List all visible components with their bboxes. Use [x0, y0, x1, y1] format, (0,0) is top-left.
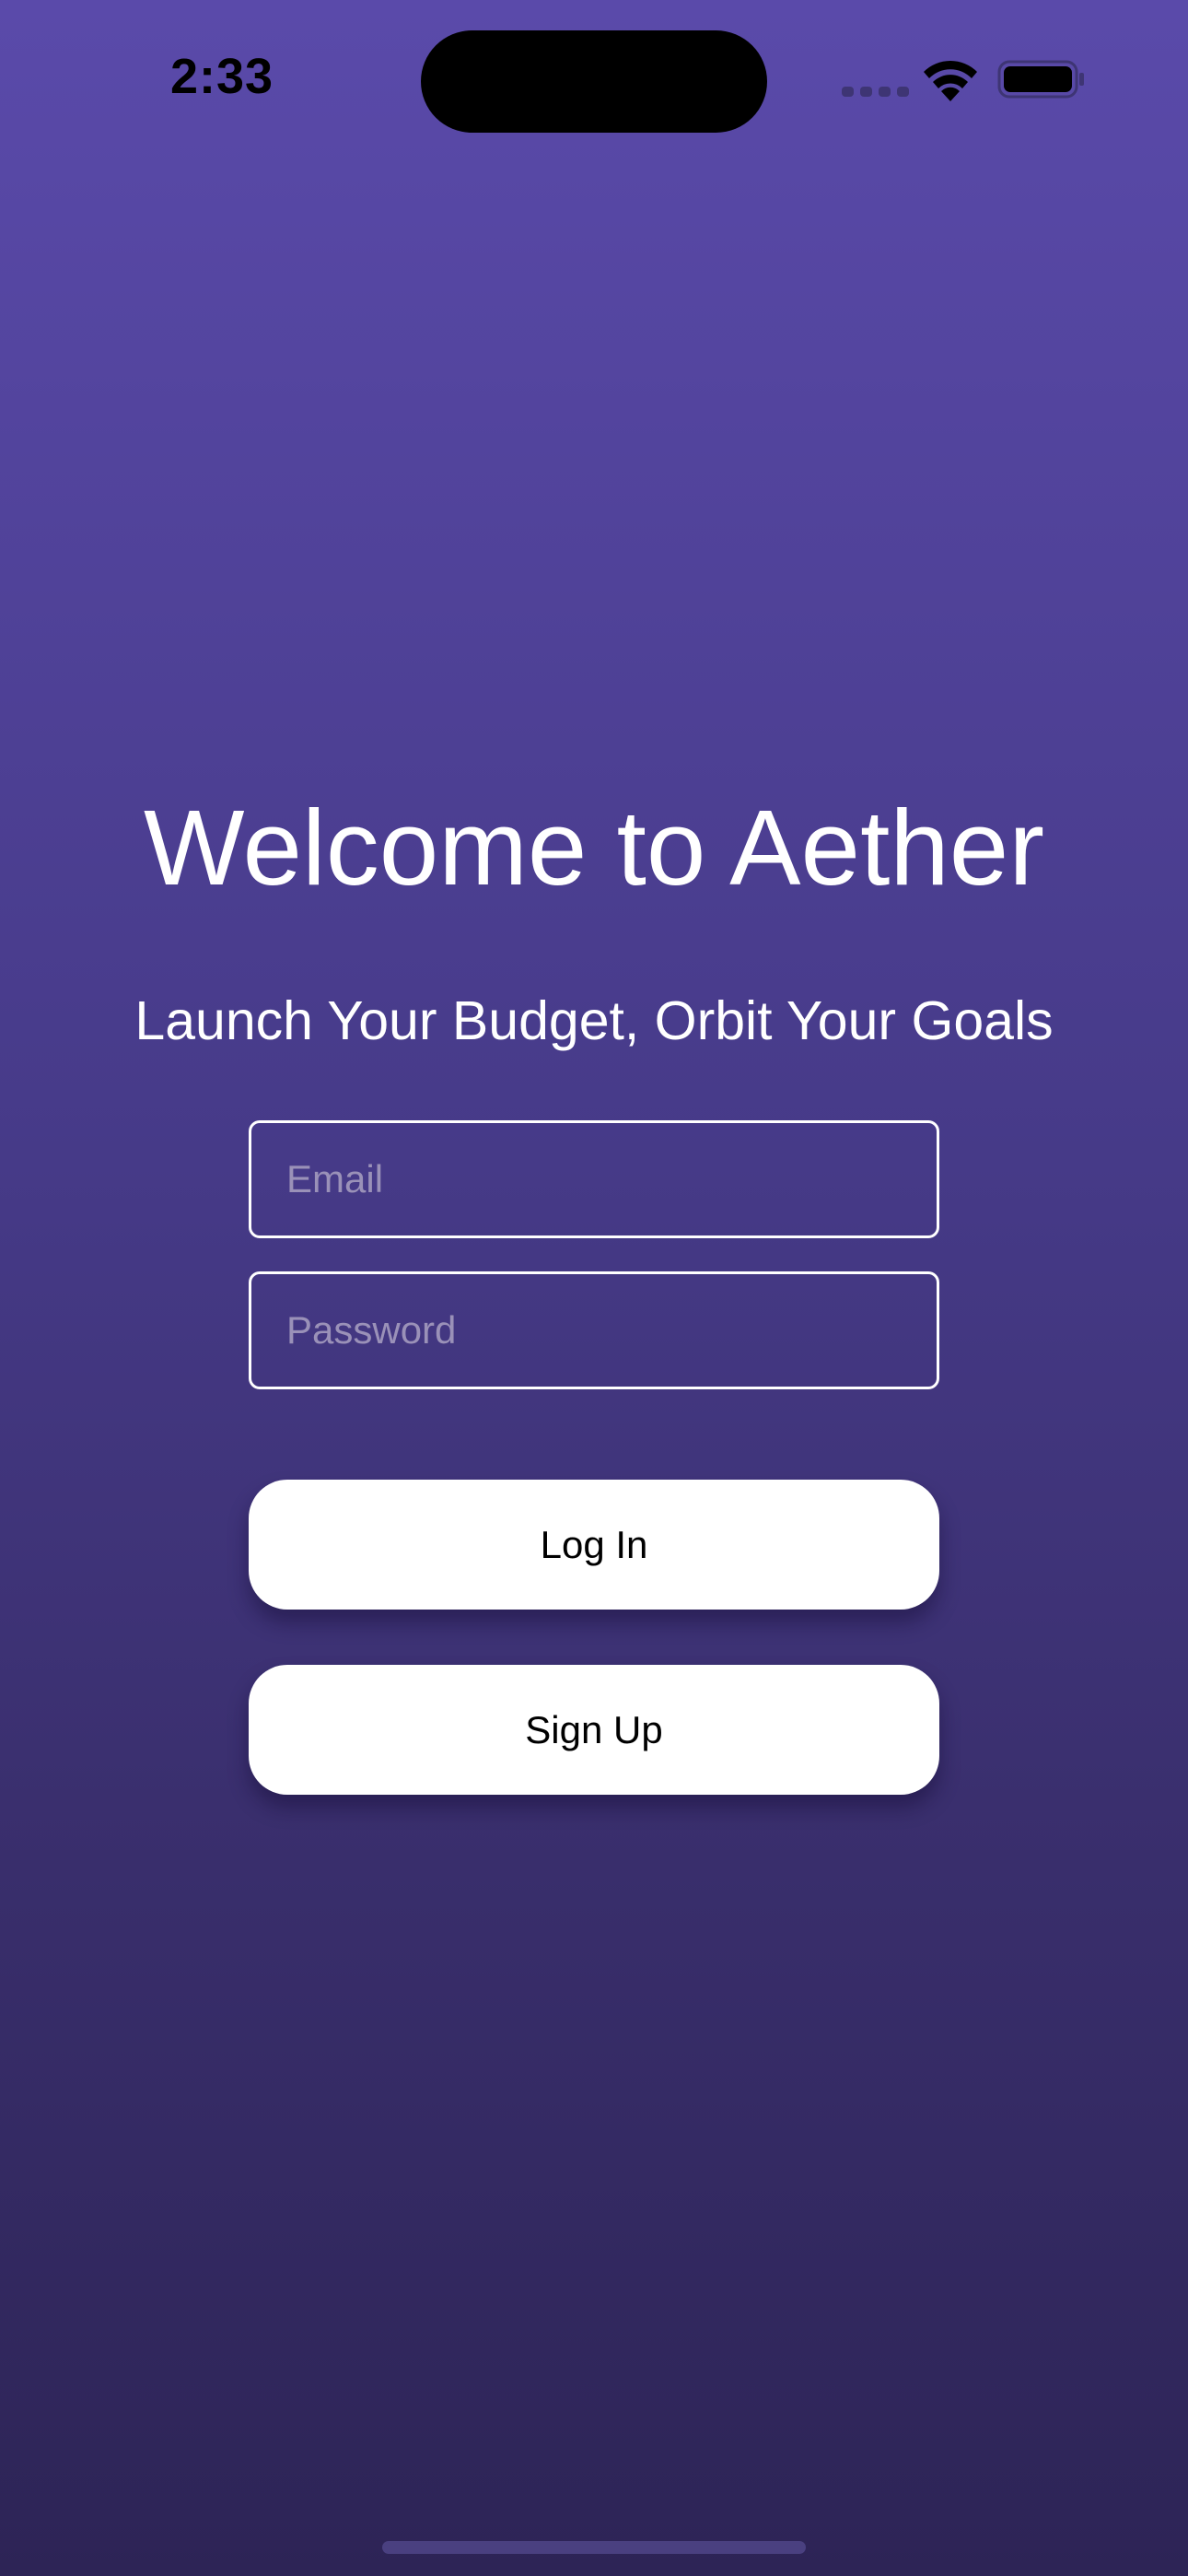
home-indicator[interactable] — [382, 2541, 806, 2554]
email-field[interactable] — [249, 1120, 939, 1238]
cellular-signal-icon — [842, 87, 909, 97]
welcome-title: Welcome to Aether — [144, 788, 1044, 907]
dynamic-island — [421, 30, 767, 133]
battery-icon — [997, 60, 1084, 99]
wifi-icon — [924, 60, 977, 101]
signup-button[interactable]: Sign Up — [249, 1665, 939, 1795]
status-time: 2:33 — [170, 49, 274, 104]
login-button[interactable]: Log In — [249, 1480, 939, 1610]
welcome-subtitle: Launch Your Budget, Orbit Your Goals — [134, 990, 1054, 1051]
password-field[interactable] — [249, 1271, 939, 1389]
status-bar: 2:33 — [0, 0, 1188, 157]
